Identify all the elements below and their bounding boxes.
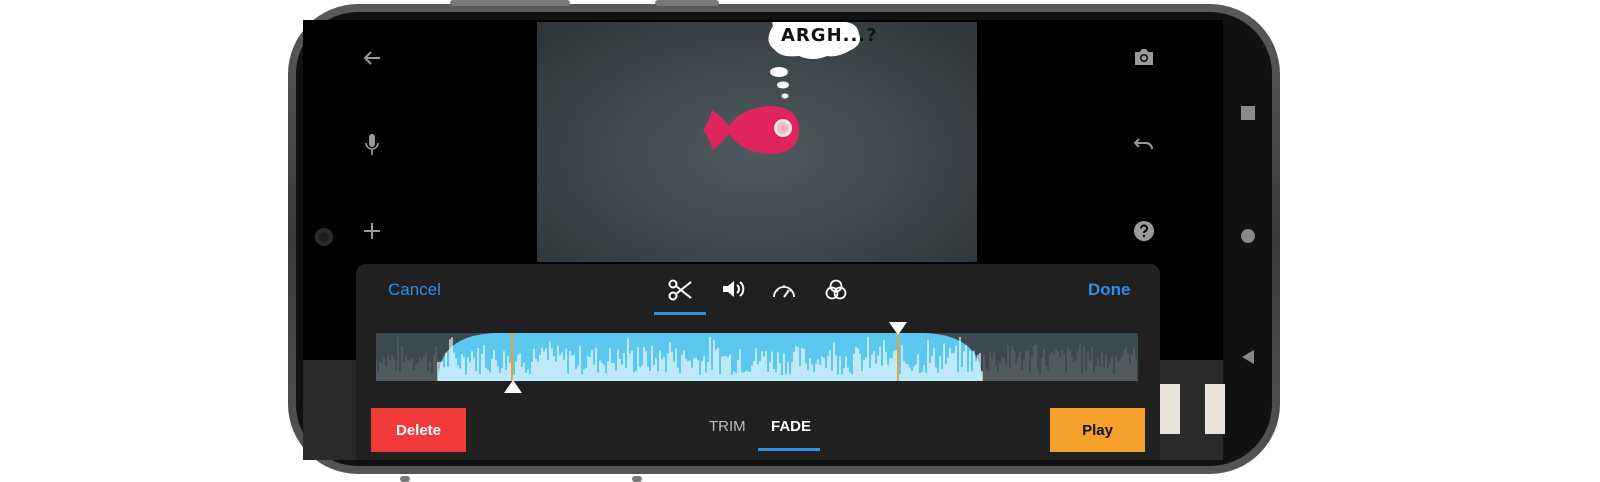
help-icon[interactable] bbox=[1132, 219, 1156, 243]
power-button bbox=[655, 0, 719, 6]
timeline-thumbnail[interactable] bbox=[1160, 384, 1180, 434]
tab-fade[interactable]: FADE bbox=[771, 418, 811, 435]
speech-bubble-text: ARGH...? bbox=[781, 25, 878, 46]
speed-icon[interactable] bbox=[770, 277, 798, 303]
back-nav-icon[interactable] bbox=[1240, 349, 1256, 370]
camera-icon[interactable] bbox=[1132, 46, 1156, 68]
cancel-button[interactable]: Cancel bbox=[388, 280, 441, 300]
bottom-port bbox=[632, 476, 642, 482]
volume-icon[interactable] bbox=[720, 276, 746, 302]
add-icon[interactable] bbox=[360, 219, 384, 243]
fade-out-marker bbox=[897, 333, 899, 381]
filter-icon[interactable] bbox=[823, 277, 849, 303]
back-arrow-icon[interactable] bbox=[360, 46, 384, 70]
timeline-thumbnail[interactable] bbox=[1205, 384, 1225, 434]
fade-in-marker bbox=[511, 333, 513, 381]
play-button[interactable]: Play bbox=[1050, 408, 1145, 452]
done-button[interactable]: Done bbox=[1088, 280, 1131, 300]
undo-icon[interactable] bbox=[1132, 134, 1156, 154]
active-tool-indicator bbox=[654, 312, 706, 315]
volume-button bbox=[450, 0, 570, 6]
front-camera bbox=[315, 228, 333, 246]
delete-button[interactable]: Delete bbox=[371, 408, 466, 452]
bottom-port bbox=[400, 476, 410, 482]
trim-start-handle[interactable] bbox=[504, 380, 522, 398]
video-preview: ARGH...? bbox=[537, 22, 977, 262]
recents-nav-icon[interactable] bbox=[1240, 105, 1256, 126]
audio-waveform[interactable] bbox=[376, 333, 1138, 381]
home-nav-icon[interactable] bbox=[1240, 228, 1256, 249]
microphone-icon[interactable] bbox=[362, 132, 382, 158]
scissors-icon[interactable] bbox=[666, 276, 694, 304]
trim-end-handle[interactable] bbox=[889, 322, 907, 340]
active-mode-indicator bbox=[758, 448, 820, 451]
tab-trim[interactable]: TRIM bbox=[709, 418, 746, 435]
